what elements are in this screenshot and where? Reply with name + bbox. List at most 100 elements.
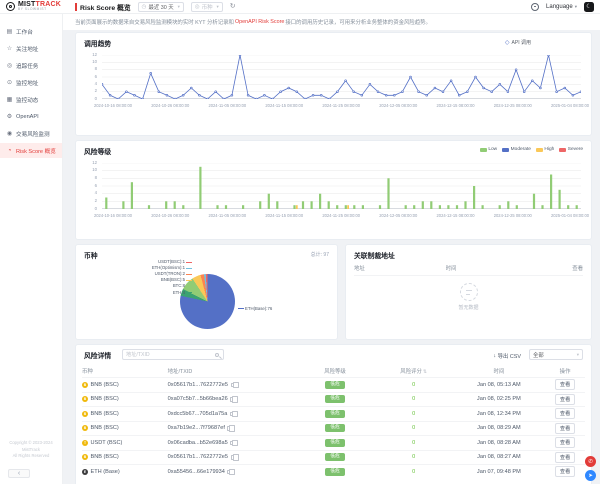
pie-label-text: ETH(Optimism):1	[152, 266, 185, 271]
currency-label: BNB (BSC)	[91, 411, 119, 417]
coin-icon: B	[82, 454, 88, 460]
customer-service-button[interactable]: ✆	[585, 456, 596, 467]
address-text: 0xa07c5b7...5b66bea26	[168, 396, 228, 402]
pie-leader-line	[186, 286, 192, 287]
trend-legend-label: API 调用	[512, 39, 531, 46]
workbench-icon: ▤	[6, 28, 13, 35]
table-row: EETH (Base)0xa55456...66e179934低危0Jan 07…	[82, 464, 585, 479]
pie-label: USDT(TRON):2	[155, 272, 192, 277]
address-text: 0x05617b1...7622772e5	[168, 382, 228, 388]
info-banner: 当前页面展示的数据来自交易风险监测模块的实时 KYT 分析记录和 OpenAPI…	[63, 14, 600, 30]
copyright: Copyright © 2023-2024 MistTrack All Righ…	[0, 440, 62, 460]
chevron-down-icon: ▾	[575, 4, 577, 10]
sidebar-item-openapi[interactable]: ⚙OpenAPI	[0, 109, 62, 124]
view-button[interactable]: 查看	[555, 452, 575, 463]
risk-level-cell: 低危	[295, 453, 375, 461]
legend-item-moderate[interactable]: Moderate	[502, 147, 531, 152]
export-csv-button[interactable]: ↓ 导出 CSV	[493, 352, 521, 360]
view-button[interactable]: 查看	[555, 379, 575, 390]
currency-cell: BBNB (BSC)	[82, 396, 168, 402]
table-row: BBNB (BSC)0xa07c5b7...5b66bea26低危0Jan 08…	[82, 392, 585, 407]
copy-icon[interactable]	[230, 441, 234, 446]
x-tick-label: 2024-12-25 08:00:00	[494, 103, 532, 108]
sidebar-item-trace-task[interactable]: ◎追踪任务	[0, 58, 62, 73]
currency-cell: EETH (Base)	[82, 469, 168, 475]
currency-label: BNB (BSC)	[91, 396, 119, 402]
action-cell: 查看	[545, 466, 585, 477]
x-tick-label: 2024-11-05 08:00:00	[208, 213, 246, 218]
sidebar-collapse-button[interactable]: ‹	[8, 469, 30, 478]
sidebar-menu: ▤工作台 ☆关注地址 ◎追踪任务 ⊙监控地址 ▦监控动态 ⚙OpenAPI ◉交易风险监测 ◔…	[0, 24, 62, 158]
trend-legend[interactable]: ◇ API 调用	[505, 39, 531, 46]
x-tick-label: 2024-11-25 08:00:00	[322, 213, 360, 218]
chevron-down-icon: ▾	[178, 4, 180, 10]
telegram-button[interactable]: ➤	[585, 470, 596, 481]
level-filter-value: 全部	[533, 351, 544, 359]
copy-icon[interactable]	[227, 470, 231, 475]
refresh-icon[interactable]: ↻	[230, 3, 236, 10]
sidebar-item-workbench[interactable]: ▤工作台	[0, 24, 62, 39]
detail-col-2: 风险等级	[295, 367, 375, 375]
copy-icon[interactable]	[230, 397, 234, 402]
sidebar-item-monitor-activity[interactable]: ▦监控动态	[0, 92, 62, 107]
openapi-icon: ⚙	[6, 113, 13, 120]
x-tick-label: 2024-10-26 08:00:00	[151, 103, 189, 108]
y-tick-label: 0	[95, 207, 97, 211]
sidebar-item-tx-risk-monitor[interactable]: ◉交易风险监测	[0, 126, 62, 141]
copy-icon[interactable]	[227, 426, 231, 431]
pie-label-right: ETH(Base):76	[238, 306, 272, 311]
sidebar-item-label: 工作台	[16, 28, 33, 36]
risk-score-value: 0	[412, 440, 415, 446]
banner-highlight: OpenAPI Risk Score	[235, 19, 284, 25]
clock-icon: ◷	[142, 4, 147, 10]
sort-icon[interactable]: ⇅	[423, 369, 427, 375]
legend-item-severe[interactable]: Severe	[559, 147, 583, 152]
address-cell: 0x05617b1...7622772e5	[168, 382, 296, 388]
sidebar-item-risk-score-overview[interactable]: ◔Risk Score 概览	[0, 143, 62, 158]
pie-leader-line	[238, 308, 244, 309]
legend-item-high[interactable]: High	[536, 147, 554, 152]
copy-icon[interactable]	[231, 383, 235, 388]
address-cell: 0x05617b1...7622772e5	[168, 454, 296, 460]
search-input[interactable]: 地址/TXID	[122, 349, 224, 360]
view-button[interactable]: 查看	[555, 423, 575, 434]
risk-level-cell: 低危	[295, 395, 375, 403]
y-tick-label: 0	[95, 97, 97, 101]
x-tick-label: 2024-12-05 08:00:00	[379, 103, 417, 108]
view-button[interactable]: 查看	[555, 437, 575, 448]
coin-filter-select[interactable]: ◎ 币种 ▾	[191, 2, 223, 12]
legend-label: High	[544, 147, 554, 152]
legend-swatch	[502, 148, 509, 152]
risk-score-value: 0	[412, 411, 415, 417]
level-filter-select[interactable]: 全部 ▾	[529, 349, 583, 360]
language-select[interactable]: Language ▾	[546, 4, 577, 10]
scan-icon[interactable]	[531, 3, 539, 11]
coin-icon: E	[82, 469, 88, 475]
legend-item-low[interactable]: Low	[480, 147, 497, 152]
risk-y-axis: 024681012	[76, 163, 100, 209]
sidebar-item-watch-address[interactable]: ☆关注地址	[0, 41, 62, 56]
view-button[interactable]: 查看	[555, 394, 575, 405]
sidebar-item-monitor-address[interactable]: ⊙监控地址	[0, 75, 62, 90]
table-row: BBNB (BSC)0x05617b1...7622772e5低危0Jan 08…	[82, 450, 585, 465]
currency-label: USDT (BSC)	[91, 440, 123, 446]
legend-swatch	[480, 148, 487, 152]
logo[interactable]: MIST TRACK BY SLOWMIST	[6, 1, 61, 11]
pie-leader-line	[186, 292, 192, 293]
view-button[interactable]: 查看	[555, 466, 575, 477]
dark-mode-toggle[interactable]: ☾	[584, 2, 594, 12]
currency-title: 币种	[84, 250, 98, 260]
copy-icon[interactable]	[230, 412, 234, 417]
risk-level-cell: 低危	[295, 381, 375, 389]
y-tick-label: 6	[95, 75, 97, 79]
risk-level-badge: 低危	[325, 381, 345, 389]
risk-score-overview-icon: ◔	[6, 148, 13, 154]
date-range-select[interactable]: ◷ 最近 30 天 ▾	[138, 2, 184, 12]
table-row: BBNB (BSC)0xa7b19e2...7f79687ef低危0Jan 08…	[82, 421, 585, 436]
sidebar-item-label: 监控动态	[16, 96, 38, 104]
main-content: 当前页面展示的数据来自交易风险监测模块的实时 KYT 分析记录和 OpenAPI…	[63, 14, 600, 484]
pie-label: ETH(Optimism):1	[152, 266, 192, 271]
copy-icon[interactable]	[231, 455, 235, 460]
risk-bar-chart	[102, 163, 581, 209]
view-button[interactable]: 查看	[555, 408, 575, 419]
